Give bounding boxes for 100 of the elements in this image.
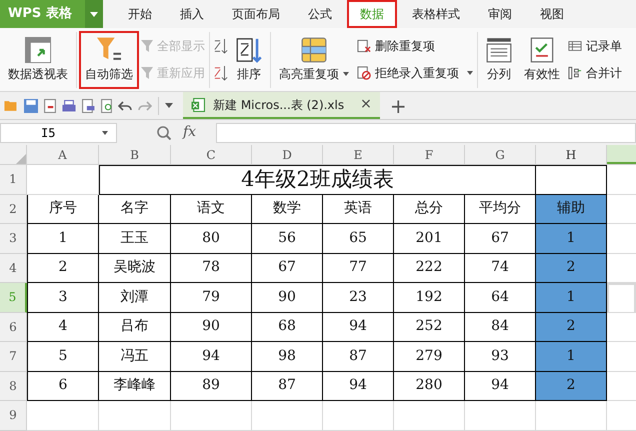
ribbon-tab[interactable]: 数据 (347, 0, 397, 28)
ribbon-tab[interactable]: 审阅 (475, 0, 525, 28)
table-cell: 89 (171, 372, 252, 401)
table-cell: 94 (171, 342, 252, 372)
redo-icon (138, 100, 152, 110)
table-cell: 数学 (252, 194, 323, 224)
table-cell: 78 (171, 254, 252, 283)
table-cell: 280 (394, 372, 465, 401)
sort-ascending-icon (214, 37, 228, 55)
table-cell: 冯五 (99, 342, 171, 372)
table-cell: 192 (394, 283, 465, 312)
column-header[interactable]: C (171, 145, 252, 164)
table-cell: 吴晓波 (99, 254, 171, 283)
table-cell: 94 (323, 312, 394, 342)
filter-icon (141, 40, 153, 52)
ribbon-tab[interactable]: 开始 (115, 0, 165, 28)
table-cell: 辅助 (536, 194, 607, 224)
ribbon-button[interactable]: 有效性 (520, 32, 564, 86)
table-cell: 87 (252, 372, 323, 401)
table-cell: 1 (536, 342, 607, 372)
formula-input-field[interactable] (216, 122, 636, 142)
ribbon-small-button[interactable]: 合并计 (568, 64, 622, 82)
text-columns-icon (486, 36, 512, 62)
table-cell (27, 401, 99, 430)
row-header[interactable]: 7 (0, 342, 27, 372)
preview-magnifier-icon (101, 98, 112, 112)
reject-duplicates-icon (357, 66, 371, 80)
table-cell: 2 (27, 254, 99, 283)
table-cell (252, 401, 323, 430)
open-folder-icon (4, 100, 18, 112)
dropdown-caret-icon (165, 103, 173, 108)
ribbon-button[interactable]: 数据透视表 (4, 32, 72, 86)
column-header[interactable]: B (99, 145, 171, 164)
row-header[interactable]: 9 (0, 401, 27, 430)
ribbon-button[interactable]: 排序 (232, 32, 266, 86)
document-tab-title: 新建 Micros...表 (2).xls (213, 96, 344, 114)
dropdown-caret-icon (467, 71, 473, 75)
document-tab[interactable]: 新建 Micros...表 (2).xls × (183, 92, 380, 119)
table-cell: 98 (252, 342, 323, 372)
table-cell: 23 (323, 283, 394, 312)
row-header[interactable]: 1 (0, 165, 27, 194)
table-cell (99, 401, 171, 430)
record-form-icon (568, 40, 582, 52)
table-cell (394, 401, 465, 430)
sheet-title: 4年级2班成绩表 (99, 165, 536, 194)
table-cell: 3 (27, 283, 99, 312)
table-cell: 222 (394, 254, 465, 283)
table-cell: 李峰峰 (99, 372, 171, 401)
ribbon-button[interactable]: 高亮重复项 (275, 32, 353, 86)
print-icon (62, 100, 76, 112)
row-header[interactable]: 2 (0, 194, 27, 224)
table-cell: 87 (323, 342, 394, 372)
table-cell: 刘潭 (99, 283, 171, 312)
name-box[interactable]: I5 (0, 122, 117, 142)
row-header[interactable]: 3 (0, 224, 27, 254)
table-cell: 1 (27, 224, 99, 254)
ribbon-tab[interactable]: 插入 (167, 0, 217, 28)
ribbon-tab[interactable]: 公式 (295, 0, 345, 28)
row-header[interactable]: 4 (0, 254, 27, 283)
table-cell: 2 (536, 254, 607, 283)
ribbon-small-button[interactable]: 删除重复项 (357, 37, 473, 55)
filter-icon (141, 67, 153, 79)
ribbon-small-button[interactable]: 记录单 (568, 37, 622, 55)
table-cell: 90 (171, 312, 252, 342)
table-cell: 1 (536, 224, 607, 254)
ribbon-button[interactable]: 分列 (482, 32, 516, 86)
table-cell: 77 (323, 254, 394, 283)
column-header[interactable]: E (323, 145, 394, 164)
close-tab-button[interactable]: × (360, 94, 372, 115)
column-header[interactable]: G (465, 145, 536, 164)
ribbon-small-button[interactable]: 拒绝录入重复项 (357, 64, 473, 82)
row-header[interactable]: 6 (0, 312, 27, 342)
ribbon-tab[interactable]: 页面布局 (219, 0, 293, 28)
dropdown-caret-icon (343, 72, 349, 76)
table-cell: 5 (27, 342, 99, 372)
dropdown-caret-icon (102, 130, 108, 134)
ribbon-tab[interactable]: 表格样式 (399, 0, 473, 28)
column-header[interactable] (607, 145, 636, 164)
row-header[interactable]: 8 (0, 372, 27, 401)
column-header[interactable]: A (27, 145, 99, 164)
ribbon-tab[interactable]: 视图 (527, 0, 577, 28)
delete-duplicates-icon (357, 39, 371, 53)
new-tab-button[interactable]: + (386, 96, 411, 116)
insert-function-button[interactable]: fx (183, 122, 196, 143)
filter-icon (97, 36, 121, 60)
column-header[interactable]: F (394, 145, 465, 164)
column-header[interactable]: D (252, 145, 323, 164)
save-icon (24, 98, 38, 112)
highlight-grid-icon (301, 36, 327, 62)
table-cell: 56 (252, 224, 323, 254)
table-cell: 语文 (171, 194, 252, 224)
dropdown-caret-icon (90, 12, 98, 16)
table-cell: 201 (394, 224, 465, 254)
table-cell: 英语 (323, 194, 394, 224)
table-cell: 94 (323, 372, 394, 401)
validation-icon (530, 36, 554, 62)
ribbon-button[interactable]: 自动筛选 (81, 32, 137, 86)
table-cell: 67 (252, 254, 323, 283)
table-cell: 90 (252, 283, 323, 312)
table-cell (536, 401, 607, 430)
